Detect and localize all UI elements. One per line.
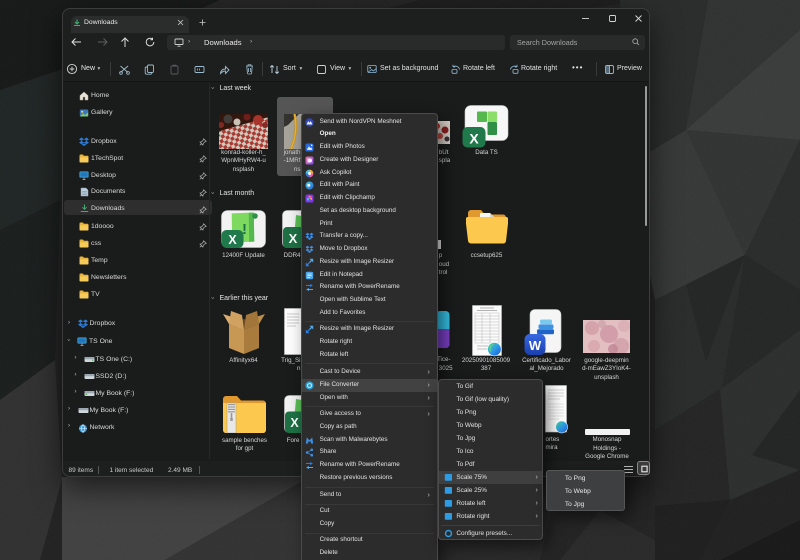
svg-text:X: X: [469, 131, 479, 147]
svg-text:X: X: [289, 231, 298, 246]
svg-text:W: W: [529, 338, 542, 353]
svg-text:X: X: [290, 416, 299, 430]
svg-text:X: X: [228, 233, 237, 247]
